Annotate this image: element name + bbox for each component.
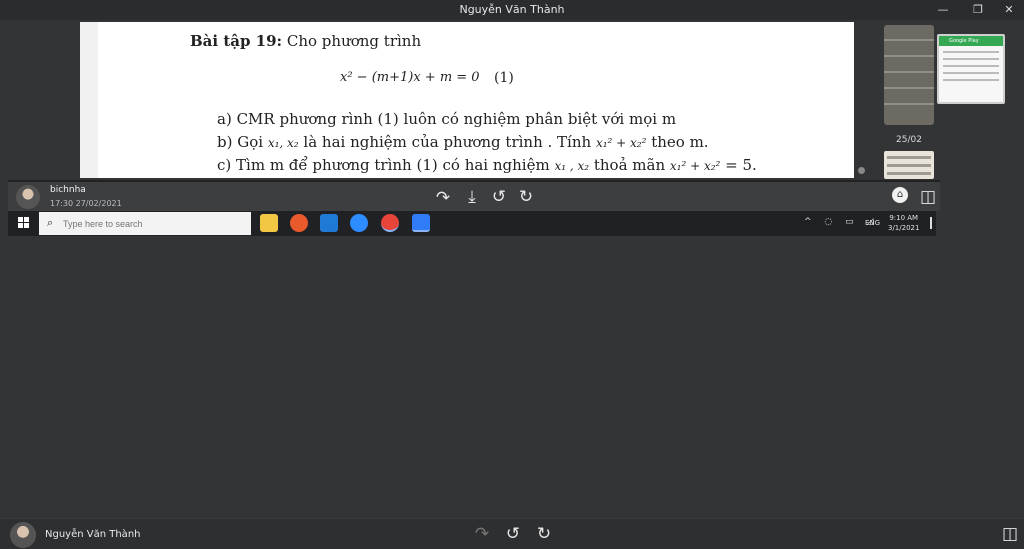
search-icon: ⌕: [47, 216, 54, 229]
message-bar: bichnha 17:30 27/02/2021 ↷ ⤓ ↺ ↻ ⌂ ◫: [8, 180, 940, 211]
item-b: b) Gọi x₁, x₂ là hai nghiệm của phương t…: [217, 133, 709, 151]
layout-icon[interactable]: ◫: [918, 187, 938, 207]
clock-time: 9:10 AM: [889, 214, 919, 222]
close-button[interactable]: ✕: [994, 0, 1024, 20]
avatar: [16, 185, 40, 209]
item-b-post: theo m.: [651, 133, 709, 151]
rotate-right-icon[interactable]: ↻: [516, 187, 536, 207]
thumbnail-google-play[interactable]: Google Play: [937, 34, 1005, 104]
item-b-vars: x₁, x₂: [267, 136, 299, 150]
info-icon[interactable]: ⌂: [892, 187, 912, 203]
clock-date: 3/1/2021: [888, 224, 920, 232]
minimize-button[interactable]: —: [928, 0, 958, 20]
rotate-right-icon[interactable]: ↻: [534, 524, 554, 544]
firefox-icon[interactable]: [290, 214, 308, 232]
download-icon[interactable]: ⤓: [462, 187, 482, 207]
zoom-icon[interactable]: [350, 214, 368, 232]
rotate-left-icon[interactable]: ↺: [489, 187, 509, 207]
zalo-icon[interactable]: [412, 214, 430, 232]
item-b-expr: x₁² + x₂²: [595, 136, 647, 150]
exercise-intro: Cho phương trình: [286, 32, 422, 50]
search-input[interactable]: [63, 216, 243, 231]
user-avatar: [10, 522, 36, 548]
windows-taskbar: ⌕ ^ ◌ ▭ ◿ ENG 9:10 AM 3/1/2021: [8, 211, 936, 236]
window-title: Nguyễn Văn Thành: [459, 3, 565, 16]
equation: x² − (m+1)x + m = 0: [340, 70, 480, 85]
thumbnail-handwriting[interactable]: [884, 25, 934, 125]
forward-icon[interactable]: ↷: [433, 188, 453, 208]
item-c-expr: x₁² + x₂²: [669, 159, 721, 173]
item-b-mid: là hai nghiệm của phương trình . Tính: [303, 133, 592, 151]
mail-icon[interactable]: [320, 214, 338, 232]
rotate-left-icon[interactable]: ↺: [503, 524, 523, 544]
app-window: Nguyễn Văn Thành — ❐ ✕ Bài tập 19: Cho p…: [0, 0, 1024, 549]
equation-number: (1): [494, 70, 514, 86]
item-b-pre: b) Gọi: [217, 133, 264, 151]
document-image[interactable]: Bài tập 19: Cho phương trình x² − (m+1)x…: [80, 22, 854, 178]
play-header: Google Play: [939, 36, 1003, 46]
vertical-scrollbar[interactable]: [858, 22, 865, 178]
sender-name: bichnha: [50, 185, 86, 195]
file-explorer-icon[interactable]: [260, 214, 278, 232]
item-c-mid: thoả mãn: [593, 156, 666, 174]
windows-start-icon[interactable]: [18, 217, 30, 229]
layout-icon[interactable]: ◫: [1000, 524, 1020, 544]
forward-icon[interactable]: ↷: [472, 524, 492, 544]
item-c: c) Tìm m để phương trình (1) có hai nghi…: [217, 156, 757, 174]
taskbar-search[interactable]: ⌕: [39, 212, 251, 235]
title-bar: Nguyễn Văn Thành — ❐ ✕: [0, 0, 1024, 20]
maximize-button[interactable]: ❐: [963, 0, 993, 20]
item-c-pre: c) Tìm m để phương trình (1) có hai nghi…: [217, 156, 550, 174]
thumbnail-notes[interactable]: [884, 151, 934, 179]
item-c-vars: x₁ , x₂: [554, 159, 590, 173]
thumbnail-date-label: 25/02: [896, 135, 922, 145]
taskbar-clock[interactable]: 9:10 AM 3/1/2021: [888, 213, 919, 233]
exercise-heading: Bài tập 19: Cho phương trình: [190, 32, 421, 50]
language-indicator[interactable]: ENG: [865, 219, 880, 227]
item-a: a) CMR phương rình (1) luôn có nghiệm ph…: [217, 110, 677, 128]
user-name: Nguyễn Văn Thành: [45, 529, 141, 540]
message-time: 17:30 27/02/2021: [50, 199, 122, 208]
scroll-knob[interactable]: [858, 167, 865, 174]
chrome-icon[interactable]: [381, 214, 399, 232]
show-desktop-edge[interactable]: [930, 217, 932, 229]
bottom-bar: Nguyễn Văn Thành ↷ ↺ ↻ ◫: [0, 518, 1024, 549]
item-c-post: = 5.: [725, 156, 757, 174]
exercise-number: Bài tập 19:: [190, 32, 283, 50]
page-edge: [80, 22, 98, 178]
